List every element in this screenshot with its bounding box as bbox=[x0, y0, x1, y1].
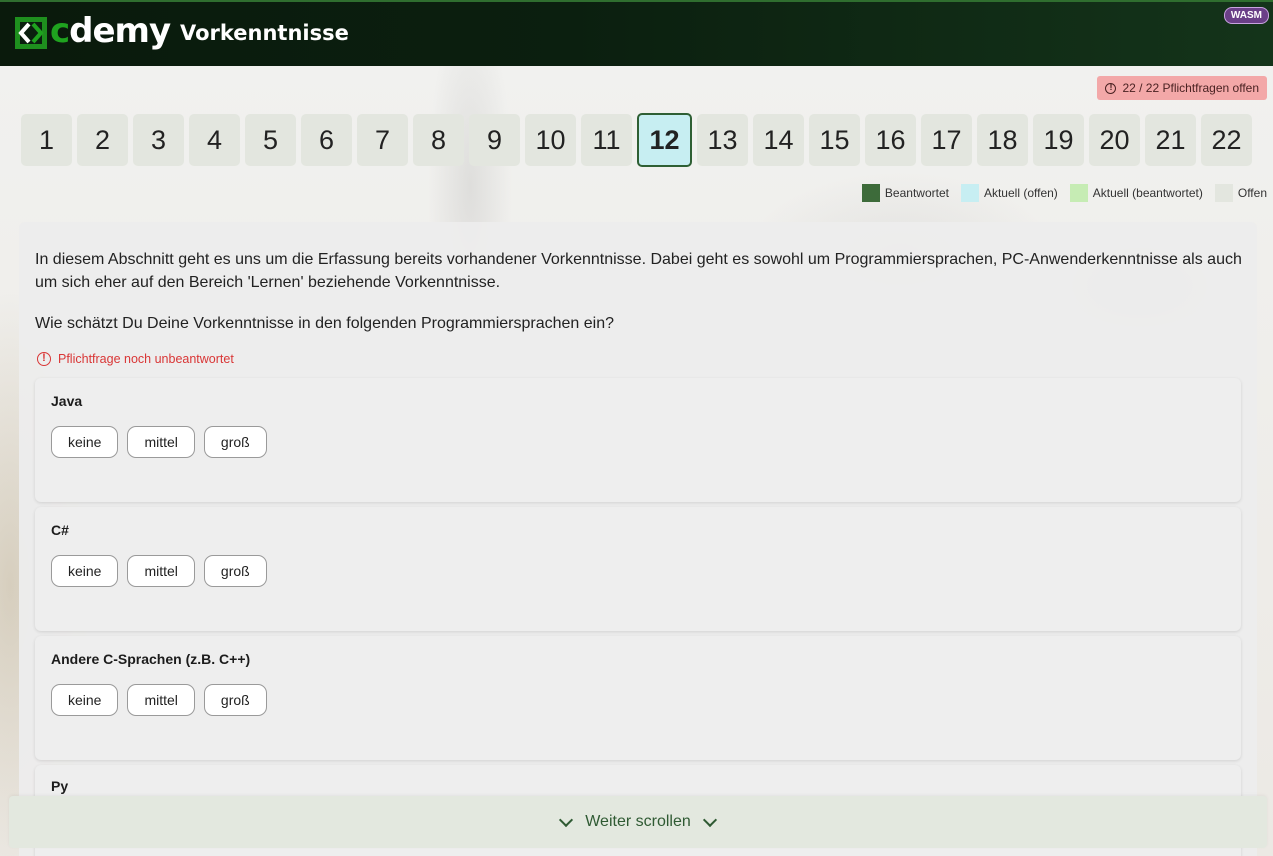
subquestion-label: Py bbox=[51, 778, 69, 794]
option-keine-button[interactable]: keine bbox=[51, 555, 119, 587]
question-nav-button-14[interactable]: 14 bbox=[753, 114, 804, 166]
question-nav-button-2[interactable]: 2 bbox=[77, 114, 128, 166]
subquestion-label: Andere C-Sprachen (z.B. C++) bbox=[51, 651, 251, 667]
subquestion-card: Java keine mittel groß bbox=[35, 378, 1241, 502]
legend-swatch bbox=[1214, 184, 1233, 202]
legend-item: Offen bbox=[1214, 184, 1267, 202]
option-mittel-button[interactable]: mittel bbox=[127, 555, 195, 587]
question-nav-button-17[interactable]: 17 bbox=[921, 114, 972, 166]
question-nav-button-11[interactable]: 11 bbox=[581, 114, 632, 166]
alert-circle-icon bbox=[37, 352, 51, 366]
question-nav-button-15[interactable]: 15 bbox=[809, 114, 860, 166]
required-warning-text: Pflichtfrage noch unbeantwortet bbox=[58, 352, 234, 366]
legend-item: Aktuell (beantwortet) bbox=[1069, 184, 1203, 202]
scroll-down-button[interactable]: Weiter scrollen bbox=[9, 796, 1267, 848]
legend-label: Aktuell (offen) bbox=[983, 186, 1058, 200]
legend-label: Aktuell (beantwortet) bbox=[1092, 186, 1203, 200]
question-nav-button-10[interactable]: 10 bbox=[525, 114, 576, 166]
chevron-down-icon bbox=[559, 812, 574, 827]
subquestion-card: C# keine mittel groß bbox=[35, 507, 1241, 631]
section-intro: In diesem Abschnitt geht es uns um die E… bbox=[35, 251, 1242, 291]
legend-label: Offen bbox=[1237, 186, 1267, 200]
question-nav-button-16[interactable]: 16 bbox=[865, 114, 916, 166]
subquestion-label: C# bbox=[51, 522, 69, 538]
legend-item: Aktuell (offen) bbox=[960, 184, 1058, 202]
app-header: cdemy Vorkenntnisse WASM bbox=[0, 0, 1273, 66]
question-nav-button-7[interactable]: 7 bbox=[357, 114, 408, 166]
legend-swatch bbox=[960, 184, 979, 202]
question-nav-button-20[interactable]: 20 bbox=[1089, 114, 1140, 166]
option-gross-button[interactable]: groß bbox=[203, 426, 267, 458]
wasm-badge: WASM bbox=[1223, 7, 1269, 24]
question-nav-button-9[interactable]: 9 bbox=[469, 114, 520, 166]
question-nav-button-5[interactable]: 5 bbox=[245, 114, 296, 166]
option-group: keine mittel groß bbox=[51, 555, 267, 587]
question-nav-button-12[interactable]: 12 bbox=[637, 113, 692, 167]
legend-item: Beantwortet bbox=[861, 184, 949, 202]
option-mittel-button[interactable]: mittel bbox=[127, 684, 195, 716]
required-warning: Pflichtfrage noch unbeantwortet bbox=[37, 352, 234, 366]
legend: Beantwortet Aktuell (offen) Aktuell (beant… bbox=[850, 184, 1267, 202]
question-navigation: 1 2 3 4 5 6 7 8 9 10 11 12 13 14 15 16 17 18 19 20 21 22 bbox=[21, 113, 1252, 167]
question-panel: In diesem Abschnitt geht es uns um die E… bbox=[19, 222, 1257, 856]
option-keine-button[interactable]: keine bbox=[51, 684, 119, 716]
chevron-down-icon bbox=[702, 812, 717, 827]
subquestion-card: Andere C-Sprachen (z.B. C++) keine mitte… bbox=[35, 636, 1241, 760]
required-questions-text: 22 / 22 Pflichtfragen offen bbox=[1122, 81, 1259, 95]
question-nav-button-3[interactable]: 3 bbox=[133, 114, 184, 166]
logo-wordmark: cdemy bbox=[50, 11, 171, 51]
question-nav-button-21[interactable]: 21 bbox=[1145, 114, 1196, 166]
option-gross-button[interactable]: groß bbox=[203, 555, 267, 587]
legend-swatch bbox=[1069, 184, 1088, 202]
question-nav-button-13[interactable]: 13 bbox=[697, 114, 748, 166]
question-nav-button-19[interactable]: 19 bbox=[1033, 114, 1084, 166]
option-keine-button[interactable]: keine bbox=[51, 426, 119, 458]
main-content: 22 / 22 Pflichtfragen offen 123456789101… bbox=[0, 66, 1273, 856]
alert-circle-icon bbox=[1105, 82, 1117, 94]
required-questions-badge: 22 / 22 Pflichtfragen offen bbox=[1097, 76, 1267, 100]
subquestion-label: Java bbox=[51, 393, 83, 409]
question-nav-button-18[interactable]: 18 bbox=[977, 114, 1028, 166]
question-nav-button-1[interactable]: 1 bbox=[21, 114, 72, 166]
question-nav-button-4[interactable]: 4 bbox=[189, 114, 240, 166]
option-group: keine mittel groß bbox=[51, 684, 267, 716]
question-nav-button-22[interactable]: 22 bbox=[1201, 114, 1252, 166]
page-title: Vorkenntnisse bbox=[180, 21, 349, 45]
question-nav-button-6[interactable]: 6 bbox=[301, 114, 352, 166]
legend-label: Beantwortet bbox=[884, 186, 949, 200]
question-text: Wie schätzt Du Deine Vorkenntnisse in de… bbox=[35, 315, 614, 332]
legend-swatch bbox=[861, 184, 880, 202]
scroll-label: Weiter scrollen bbox=[585, 813, 691, 830]
cdemy-logo-icon bbox=[15, 17, 47, 49]
option-gross-button[interactable]: groß bbox=[203, 684, 267, 716]
option-group: keine mittel groß bbox=[51, 426, 267, 458]
option-mittel-button[interactable]: mittel bbox=[127, 426, 195, 458]
question-nav-button-8[interactable]: 8 bbox=[413, 114, 464, 166]
